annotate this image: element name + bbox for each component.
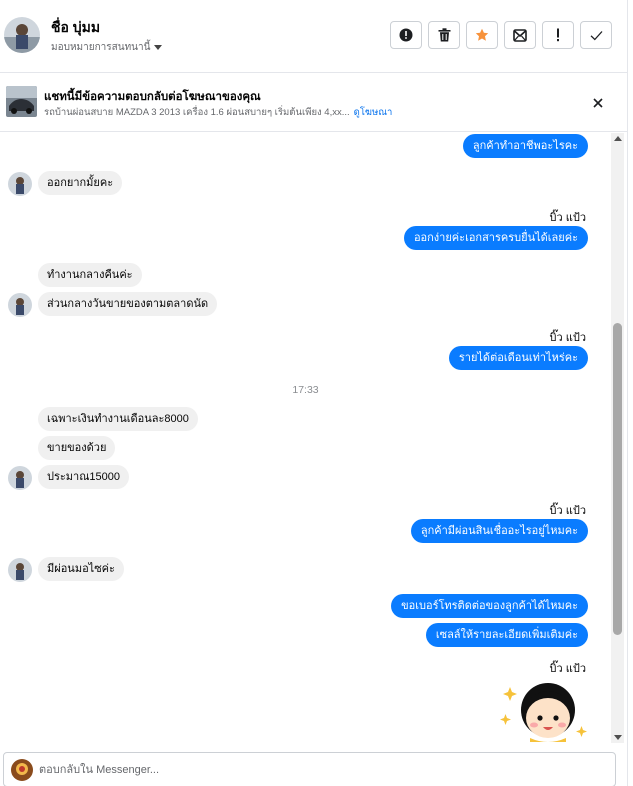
incoming-message: ขายของด้วย: [38, 436, 116, 460]
conversation-header: ชื่อ บุ่มม มอบหมายการสนทนานี้: [0, 0, 627, 73]
contact-avatar-small: [8, 558, 32, 582]
scrollbar-thumb[interactable]: [613, 323, 622, 635]
ad-description: รถบ้านผ่อนสบาย MAZDA 3 2013 เครื่อง 1.6 …: [44, 107, 350, 118]
alert-circle-icon: [399, 28, 413, 42]
ad-banner-title: แชทนี้มีข้อความตอบกลับต่อโฆษณาของคุณ: [44, 91, 261, 103]
incoming-message: ส่วนกลางวันขายของตามตลาดนัด: [38, 292, 218, 316]
composer-box[interactable]: [3, 752, 616, 786]
follow-up-button[interactable]: [542, 21, 574, 49]
ad-reply-banner: แชทนี้มีข้อความตอบกลับต่อโฆษณาของคุณ รถบ…: [0, 74, 627, 132]
scroll-up-arrow-icon[interactable]: [614, 136, 622, 141]
outgoing-message: ขอเบอร์โทรติดต่อของลูกค้าได้ไหมคะ: [391, 594, 588, 618]
thread-scrollbar[interactable]: [611, 133, 624, 743]
incoming-message: เฉพาะเงินทำงานเดือนละ8000: [38, 407, 198, 431]
incoming-message: ทำงานกลางคืนค่ะ: [38, 263, 142, 287]
incoming-message: ออกยากมั้ยคะ: [38, 171, 123, 195]
chevron-down-icon: [154, 45, 163, 50]
reply-input[interactable]: [39, 760, 599, 780]
outgoing-message: ออกง่ายค่ะเอกสารครบยื่นได้เลยค่ะ: [403, 226, 588, 250]
contact-avatar[interactable]: [4, 17, 40, 53]
incoming-message: มีผ่อนมอไซค่ะ: [38, 557, 124, 581]
outgoing-message: รายได้ต่อเดือนเท่าไหร่คะ: [448, 346, 588, 370]
mark-unread-icon: [513, 28, 527, 42]
close-icon: [593, 98, 603, 108]
contact-avatar-small: [8, 293, 32, 317]
contact-name[interactable]: ชื่อ บุ่มม: [51, 17, 100, 39]
mark-spam-button[interactable]: [390, 21, 422, 49]
outgoing-message: เซลล์ให้รายละเอียดเพิ่มเติมค่ะ: [425, 623, 588, 647]
exclamation-icon: [557, 28, 559, 42]
header-actions: [390, 21, 612, 49]
view-ad-link[interactable]: ดูโฆษณา: [354, 107, 393, 118]
sender-name: บิ๊ว แป้ว: [549, 663, 586, 675]
contact-avatar-small: [8, 172, 32, 196]
panel-divider: [627, 0, 628, 786]
girl-sticker-icon: [500, 680, 592, 742]
contact-avatar-small: [8, 466, 32, 490]
ad-banner-subtitle: รถบ้านผ่อนสบาย MAZDA 3 2013 เครื่อง 1.6 …: [44, 105, 392, 120]
star-icon: [475, 28, 489, 41]
assign-label: มอบหมายการสนทนานี้: [51, 42, 151, 53]
outgoing-message: ลูกค้าทำอาชีพอะไรคะ: [462, 134, 588, 158]
star-button[interactable]: [466, 21, 498, 49]
message-timestamp: 17:33: [292, 384, 319, 396]
ad-thumbnail[interactable]: [6, 86, 37, 117]
reply-composer: [0, 743, 627, 786]
sender-name: บิ๊ว แป้ว: [549, 332, 586, 344]
sender-name: บิ๊ว แป้ว: [549, 505, 586, 517]
delete-button[interactable]: [428, 21, 460, 49]
mark-unread-button[interactable]: [504, 21, 536, 49]
assign-conversation-dropdown[interactable]: มอบหมายการสนทนานี้: [51, 40, 163, 55]
page-avatar: [11, 759, 33, 781]
close-banner-button[interactable]: [589, 94, 607, 112]
sender-name: บิ๊ว แป้ว: [549, 212, 586, 224]
outgoing-message: ลูกค้ามีผ่อนสินเชื่ออะไรอยู่ไหมคะ: [410, 519, 588, 543]
check-icon: [590, 30, 602, 40]
scroll-down-arrow-icon[interactable]: [614, 735, 622, 740]
trash-icon: [438, 28, 450, 42]
mark-done-button[interactable]: [580, 21, 612, 49]
incoming-message: ประมาณ15000: [38, 465, 130, 489]
